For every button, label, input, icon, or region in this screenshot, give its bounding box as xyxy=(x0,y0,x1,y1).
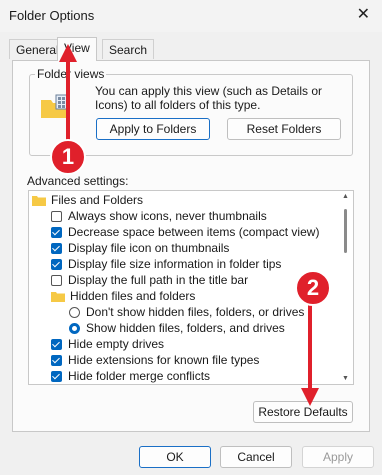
list-item-show-hidden[interactable]: Show hidden files, folders, and drives xyxy=(69,320,285,336)
scroll-thumb[interactable] xyxy=(344,209,347,253)
checkbox[interactable] xyxy=(51,370,62,382)
folder-icon xyxy=(32,195,46,206)
annotation-badge-1: 1 xyxy=(50,139,86,175)
tab-search[interactable]: Search xyxy=(102,39,155,59)
reset-folders-button[interactable]: Reset Folders xyxy=(227,118,341,140)
restore-defaults-button[interactable]: Restore Defaults xyxy=(253,401,353,423)
list-item-display-full-path[interactable]: Display the full path in the title bar xyxy=(51,272,248,288)
list-item-hidden-files-and-folders: Hidden files and folders xyxy=(51,288,195,304)
checkbox[interactable] xyxy=(51,354,62,366)
scrollbar[interactable]: ▲ ▼ xyxy=(340,191,353,384)
checkbox[interactable] xyxy=(51,242,62,254)
list-item-hide-extensions[interactable]: Hide extensions for known file types xyxy=(51,352,259,368)
ok-button[interactable]: OK xyxy=(139,446,211,468)
annotation-badge-2: 2 xyxy=(295,270,331,306)
list-item-display-file-size[interactable]: Display file size information in folder … xyxy=(51,256,281,272)
apply-button[interactable]: Apply xyxy=(302,446,374,468)
checkbox[interactable] xyxy=(51,210,62,222)
list-item-hide-empty-drives[interactable]: Hide empty drives xyxy=(51,336,164,352)
title-bar: Folder Options ✕ xyxy=(0,0,382,32)
tab-view[interactable]: View xyxy=(57,37,97,61)
checkbox[interactable] xyxy=(51,274,62,286)
list-item-files-and-folders: Files and Folders xyxy=(32,192,143,208)
scroll-down-icon[interactable]: ▼ xyxy=(342,375,349,382)
radio-button[interactable] xyxy=(69,306,80,318)
list-item-display-file-icon[interactable]: Display file icon on thumbnails xyxy=(51,240,229,256)
folder-view-icon xyxy=(41,94,68,118)
scroll-up-icon[interactable]: ▲ xyxy=(342,193,349,200)
apply-to-folders-button[interactable]: Apply to Folders xyxy=(96,118,210,140)
folder-icon xyxy=(51,291,65,302)
advanced-settings-label: Advanced settings: xyxy=(27,174,129,188)
list-item-dont-show-hidden[interactable]: Don't show hidden files, folders, or dri… xyxy=(69,304,304,320)
list-item-always-show-icons[interactable]: Always show icons, never thumbnails xyxy=(51,208,267,224)
folder-views-label: Folder views xyxy=(35,67,107,81)
close-icon[interactable]: ✕ xyxy=(357,4,370,24)
checkbox[interactable] xyxy=(51,338,62,350)
folder-views-description: You can apply this view (such as Details… xyxy=(95,84,323,112)
cancel-button[interactable]: Cancel xyxy=(220,446,292,468)
list-item-hide-merge-conflicts[interactable]: Hide folder merge conflicts xyxy=(51,368,210,384)
checkbox[interactable] xyxy=(51,258,62,270)
radio-button[interactable] xyxy=(69,322,80,334)
list-item-decrease-space[interactable]: Decrease space between items (compact vi… xyxy=(51,224,319,240)
checkbox[interactable] xyxy=(51,226,62,238)
window-title: Folder Options xyxy=(9,8,95,23)
